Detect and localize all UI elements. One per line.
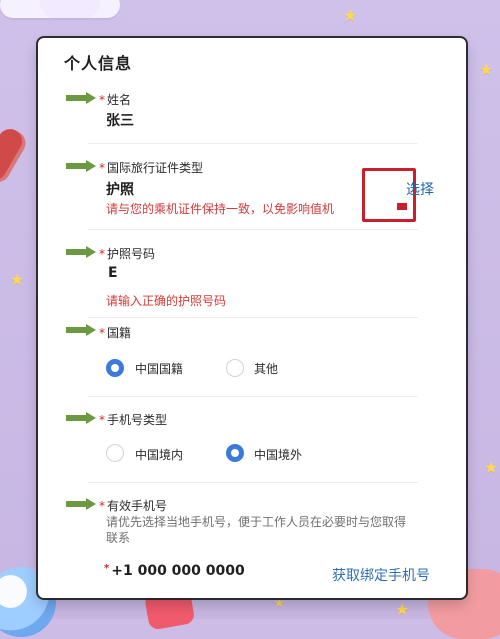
nationality-china-radio[interactable] — [106, 359, 124, 377]
required-mark: * — [99, 326, 105, 340]
passport-number-hint: 请输入正确的护照号码 — [106, 294, 227, 308]
divider — [88, 143, 418, 144]
arrow-icon — [66, 160, 96, 172]
name-value[interactable]: 张三 — [106, 110, 134, 130]
arrow-icon — [66, 412, 96, 424]
arrow-icon — [66, 324, 96, 336]
divider — [88, 317, 418, 318]
phone-type-overseas-radio[interactable] — [226, 444, 244, 462]
required-mark: * — [99, 93, 105, 107]
star-icon: ★ — [274, 596, 285, 610]
document-type-hint: 请与您的乘机证件保持一致，以免影响值机 — [106, 202, 335, 216]
phone-type-domestic-label[interactable]: 中国境内 — [135, 446, 183, 463]
select-button[interactable]: 选择 — [406, 179, 434, 199]
required-mark: * — [99, 161, 105, 175]
document-type-value[interactable]: 护照 — [106, 179, 134, 199]
nationality-china-label[interactable]: 中国国籍 — [135, 360, 183, 377]
valid-phone-input[interactable]: * +1 000 000 0000 — [104, 563, 245, 579]
document-type-label: * 国际旅行证件类型 — [99, 161, 204, 175]
required-mark: * — [99, 499, 105, 513]
nationality-label: * 国籍 — [99, 326, 132, 340]
highlight-marker — [397, 203, 407, 210]
arrow-icon — [66, 92, 96, 104]
nationality-other-radio[interactable] — [226, 359, 244, 377]
divider — [88, 482, 418, 483]
divider — [88, 396, 418, 397]
star-icon: ★ — [479, 60, 494, 79]
phone-type-label: * 手机号类型 — [99, 413, 168, 427]
phone-type-domestic-radio[interactable] — [106, 444, 124, 462]
divider — [88, 229, 418, 230]
required-mark: * — [99, 413, 105, 427]
page-title: 个人信息 — [64, 54, 133, 73]
required-mark: * — [104, 563, 110, 574]
arrow-icon — [66, 246, 96, 258]
star-icon: ★ — [484, 458, 499, 477]
required-mark: * — [99, 247, 105, 261]
star-icon: ★ — [395, 600, 410, 619]
phone-type-overseas-label[interactable]: 中国境外 — [254, 446, 302, 463]
star-icon: ★ — [343, 6, 358, 25]
star-icon: ★ — [10, 270, 25, 289]
name-label: * 姓名 — [99, 93, 132, 107]
passport-number-input[interactable]: E — [108, 265, 118, 281]
cloud-decoration — [40, 0, 100, 18]
arrow-icon — [66, 498, 96, 510]
passport-number-label: * 护照号码 — [99, 247, 156, 261]
valid-phone-description: 请优先选择当地手机号，便于工作人员在必要时与您取得 联系 — [106, 515, 407, 545]
get-bound-phone-button[interactable]: 获取绑定手机号 — [332, 565, 430, 585]
valid-phone-label: * 有效手机号 — [99, 499, 168, 513]
nationality-other-label[interactable]: 其他 — [254, 360, 278, 377]
